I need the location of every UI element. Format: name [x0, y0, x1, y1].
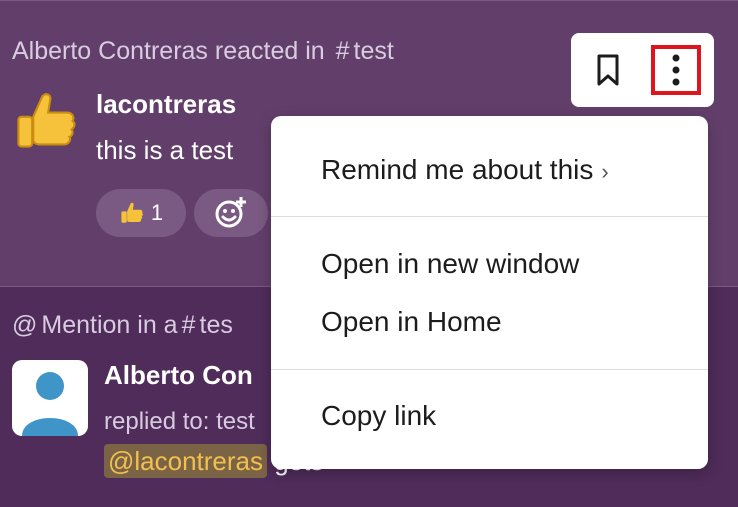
menu-divider	[271, 369, 708, 370]
menu-divider	[271, 216, 708, 217]
avatar[interactable]	[12, 360, 88, 436]
activity-header: Alberto Contreras reacted in # test	[12, 37, 394, 66]
message-author[interactable]: lacontreras	[96, 89, 236, 120]
message-text: this is a test	[96, 135, 234, 165]
bookmark-icon	[597, 54, 619, 86]
message-author[interactable]: Alberto Con	[104, 360, 253, 391]
hash-icon: #	[181, 311, 196, 339]
save-for-later-button[interactable]	[583, 45, 633, 95]
menu-item-remind[interactable]: Remind me about this ›	[321, 154, 609, 186]
reaction-pill[interactable]: 1	[96, 189, 186, 237]
replied-to-text: replied to: test	[104, 408, 255, 435]
menu-item-label: Remind me about this	[321, 154, 594, 185]
add-emoji-icon	[215, 197, 246, 228]
menu-item-open-home[interactable]: Open in Home	[321, 306, 502, 338]
channel-name[interactable]: tes	[200, 311, 233, 339]
activity-header: @ Mention in a # tes	[12, 311, 233, 340]
user-mention[interactable]: @lacontreras	[104, 444, 268, 478]
menu-item-open-window[interactable]: Open in new window	[321, 248, 579, 280]
hash-icon: #	[335, 37, 350, 65]
channel-name[interactable]: test	[354, 37, 394, 65]
message-actions-toolbar	[571, 33, 714, 107]
more-actions-menu: Remind me about this › Open in new window…	[271, 116, 708, 469]
reaction-count: 1	[150, 200, 164, 225]
thumbs-up-emoji-icon	[17, 93, 76, 148]
user-avatar-icon	[22, 372, 78, 436]
more-vertical-icon	[672, 54, 680, 86]
activity-header-text: Mention in a	[41, 311, 178, 339]
thumbs-up-icon	[121, 202, 143, 223]
chevron-right-icon: ›	[601, 159, 609, 184]
more-actions-button[interactable]	[651, 45, 701, 95]
at-icon: @	[12, 311, 38, 339]
add-reaction-button[interactable]	[194, 189, 268, 237]
activity-header-text: Alberto Contreras reacted in	[12, 37, 325, 65]
menu-item-copy-link[interactable]: Copy link	[321, 400, 436, 432]
